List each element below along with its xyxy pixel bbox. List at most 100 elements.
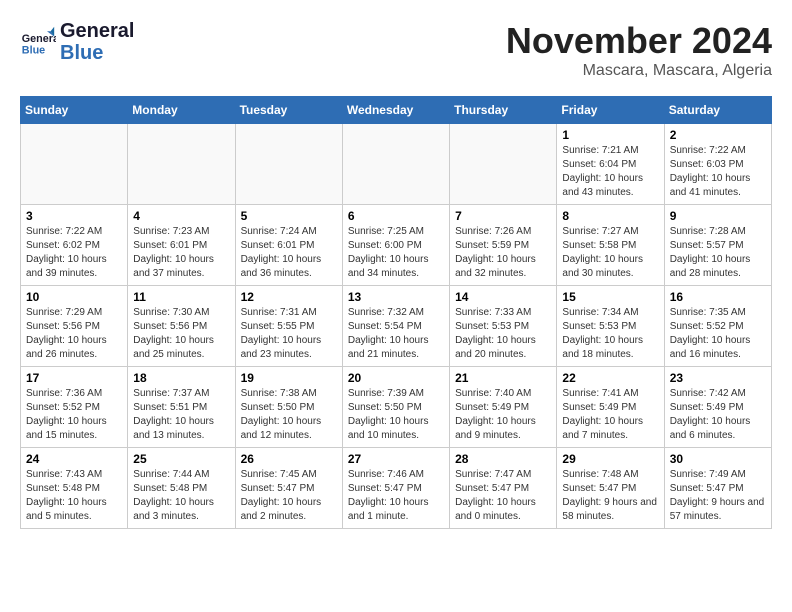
- day-cell: 22 Sunrise: 7:41 AM Sunset: 5:49 PM Dayli…: [557, 367, 664, 448]
- day-cell: 4Sunrise: 7:23 AM Sunset: 6:01 PM Daylig…: [128, 205, 235, 286]
- day-cell: [342, 124, 449, 205]
- month-title: November 2024: [506, 20, 772, 62]
- day-info: Sunrise: 7:46 AM Sunset: 5:47 PM Dayligh…: [348, 468, 444, 524]
- day-number: 12: [241, 290, 337, 304]
- calendar-table: SundayMondayTuesdayWednesdayThursdayFrid…: [20, 96, 772, 529]
- day-info: Sunrise: 7:32 AM Sunset: 5:54 PM Dayligh…: [348, 306, 444, 362]
- location-text: Mascara, Mascara, Algeria: [506, 62, 772, 80]
- week-row-5: 24Sunrise: 7:43 AM Sunset: 5:48 PM Dayli…: [21, 448, 772, 529]
- day-number: 9: [670, 209, 766, 223]
- day-number: 14: [455, 290, 551, 304]
- day-info: Sunrise: 7:38 AM Sunset: 5:50 PM Dayligh…: [241, 387, 337, 443]
- day-info: Sunrise: 7:28 AM Sunset: 5:57 PM Dayligh…: [670, 225, 766, 281]
- day-cell: 19 Sunrise: 7:38 AM Sunset: 5:50 PM Dayli…: [235, 367, 342, 448]
- day-number: 16: [670, 290, 766, 304]
- week-row-4: 17Sunrise: 7:36 AM Sunset: 5:52 PM Dayli…: [21, 367, 772, 448]
- day-number: 17: [26, 371, 122, 385]
- day-cell: 20Sunrise: 7:39 AM Sunset: 5:50 PM Dayli…: [342, 367, 449, 448]
- day-cell: 15 Sunrise: 7:34 AM Sunset: 5:53 PM Dayli…: [557, 286, 664, 367]
- day-cell: 18Sunrise: 7:37 AM Sunset: 5:51 PM Dayli…: [128, 367, 235, 448]
- day-cell: 16Sunrise: 7:35 AM Sunset: 5:52 PM Dayli…: [664, 286, 771, 367]
- day-cell: 27Sunrise: 7:46 AM Sunset: 5:47 PM Dayli…: [342, 448, 449, 529]
- day-info: Sunrise: 7:49 AM Sunset: 5:47 PM Dayligh…: [670, 468, 766, 524]
- day-number: 28: [455, 452, 551, 466]
- weekday-header-row: SundayMondayTuesdayWednesdayThursdayFrid…: [21, 97, 772, 124]
- day-info: Sunrise: 7:45 AM Sunset: 5:47 PM Dayligh…: [241, 468, 337, 524]
- day-info: Sunrise: 7:27 AM Sunset: 5:58 PM Dayligh…: [562, 225, 658, 281]
- day-cell: 23 Sunrise: 7:42 AM Sunset: 5:49 PM Dayli…: [664, 367, 771, 448]
- day-number: 13: [348, 290, 444, 304]
- weekday-header-monday: Monday: [128, 97, 235, 124]
- day-info: Sunrise: 7:44 AM Sunset: 5:48 PM Dayligh…: [133, 468, 229, 524]
- weekday-header-saturday: Saturday: [664, 97, 771, 124]
- day-cell: [128, 124, 235, 205]
- day-number: 22: [562, 371, 658, 385]
- logo-general-text: General: [60, 20, 134, 42]
- day-cell: [21, 124, 128, 205]
- day-cell: 28 Sunrise: 7:47 AM Sunset: 5:47 PM Dayli…: [450, 448, 557, 529]
- day-number: 21: [455, 371, 551, 385]
- day-info: Sunrise: 7:22 AM Sunset: 6:03 PM Dayligh…: [670, 144, 766, 200]
- day-info: Sunrise: 7:31 AM Sunset: 5:55 PM Dayligh…: [241, 306, 337, 362]
- svg-text:General: General: [22, 33, 56, 45]
- day-number: 8: [562, 209, 658, 223]
- day-number: 5: [241, 209, 337, 223]
- day-cell: 3 Sunrise: 7:22 AM Sunset: 6:02 PM Daylig…: [21, 205, 128, 286]
- day-info: Sunrise: 7:26 AM Sunset: 5:59 PM Dayligh…: [455, 225, 551, 281]
- weekday-header-tuesday: Tuesday: [235, 97, 342, 124]
- svg-text:Blue: Blue: [22, 45, 45, 57]
- weekday-header-sunday: Sunday: [21, 97, 128, 124]
- day-info: Sunrise: 7:42 AM Sunset: 5:49 PM Dayligh…: [670, 387, 766, 443]
- day-cell: 1Sunrise: 7:21 AM Sunset: 6:04 PM Daylig…: [557, 124, 664, 205]
- weekday-header-friday: Friday: [557, 97, 664, 124]
- title-block: November 2024 Mascara, Mascara, Algeria: [506, 20, 772, 80]
- day-cell: [450, 124, 557, 205]
- day-cell: 11Sunrise: 7:30 AM Sunset: 5:56 PM Dayli…: [128, 286, 235, 367]
- logo: General Blue General Blue: [20, 20, 134, 64]
- week-row-3: 10Sunrise: 7:29 AM Sunset: 5:56 PM Dayli…: [21, 286, 772, 367]
- week-row-2: 3 Sunrise: 7:22 AM Sunset: 6:02 PM Daylig…: [21, 205, 772, 286]
- day-cell: 8 Sunrise: 7:27 AM Sunset: 5:58 PM Daylig…: [557, 205, 664, 286]
- day-info: Sunrise: 7:41 AM Sunset: 5:49 PM Dayligh…: [562, 387, 658, 443]
- day-number: 26: [241, 452, 337, 466]
- day-cell: 14 Sunrise: 7:33 AM Sunset: 5:53 PM Dayli…: [450, 286, 557, 367]
- day-cell: 13 Sunrise: 7:32 AM Sunset: 5:54 PM Dayli…: [342, 286, 449, 367]
- day-info: Sunrise: 7:43 AM Sunset: 5:48 PM Dayligh…: [26, 468, 122, 524]
- day-cell: [235, 124, 342, 205]
- day-number: 18: [133, 371, 229, 385]
- day-cell: 30 Sunrise: 7:49 AM Sunset: 5:47 PM Dayli…: [664, 448, 771, 529]
- day-number: 3: [26, 209, 122, 223]
- day-info: Sunrise: 7:48 AM Sunset: 5:47 PM Dayligh…: [562, 468, 658, 524]
- day-number: 30: [670, 452, 766, 466]
- weekday-header-wednesday: Wednesday: [342, 97, 449, 124]
- day-number: 19: [241, 371, 337, 385]
- day-info: Sunrise: 7:47 AM Sunset: 5:47 PM Dayligh…: [455, 468, 551, 524]
- day-cell: 29 Sunrise: 7:48 AM Sunset: 5:47 PM Dayli…: [557, 448, 664, 529]
- day-number: 23: [670, 371, 766, 385]
- page-header: General Blue General Blue November 2024 …: [20, 20, 772, 80]
- day-number: 7: [455, 209, 551, 223]
- day-info: Sunrise: 7:33 AM Sunset: 5:53 PM Dayligh…: [455, 306, 551, 362]
- day-number: 15: [562, 290, 658, 304]
- weekday-header-thursday: Thursday: [450, 97, 557, 124]
- day-number: 6: [348, 209, 444, 223]
- day-number: 25: [133, 452, 229, 466]
- day-info: Sunrise: 7:29 AM Sunset: 5:56 PM Dayligh…: [26, 306, 122, 362]
- day-number: 29: [562, 452, 658, 466]
- day-cell: 12 Sunrise: 7:31 AM Sunset: 5:55 PM Dayli…: [235, 286, 342, 367]
- day-info: Sunrise: 7:40 AM Sunset: 5:49 PM Dayligh…: [455, 387, 551, 443]
- day-cell: 26 Sunrise: 7:45 AM Sunset: 5:47 PM Dayli…: [235, 448, 342, 529]
- day-info: Sunrise: 7:22 AM Sunset: 6:02 PM Dayligh…: [26, 225, 122, 281]
- day-cell: 17Sunrise: 7:36 AM Sunset: 5:52 PM Dayli…: [21, 367, 128, 448]
- day-cell: 25 Sunrise: 7:44 AM Sunset: 5:48 PM Dayli…: [128, 448, 235, 529]
- day-number: 20: [348, 371, 444, 385]
- day-info: Sunrise: 7:21 AM Sunset: 6:04 PM Dayligh…: [562, 144, 658, 200]
- day-info: Sunrise: 7:25 AM Sunset: 6:00 PM Dayligh…: [348, 225, 444, 281]
- week-row-1: 1Sunrise: 7:21 AM Sunset: 6:04 PM Daylig…: [21, 124, 772, 205]
- day-number: 2: [670, 128, 766, 142]
- day-cell: 21 Sunrise: 7:40 AM Sunset: 5:49 PM Dayli…: [450, 367, 557, 448]
- day-info: Sunrise: 7:30 AM Sunset: 5:56 PM Dayligh…: [133, 306, 229, 362]
- day-cell: 7 Sunrise: 7:26 AM Sunset: 5:59 PM Daylig…: [450, 205, 557, 286]
- day-info: Sunrise: 7:34 AM Sunset: 5:53 PM Dayligh…: [562, 306, 658, 362]
- day-cell: 2 Sunrise: 7:22 AM Sunset: 6:03 PM Daylig…: [664, 124, 771, 205]
